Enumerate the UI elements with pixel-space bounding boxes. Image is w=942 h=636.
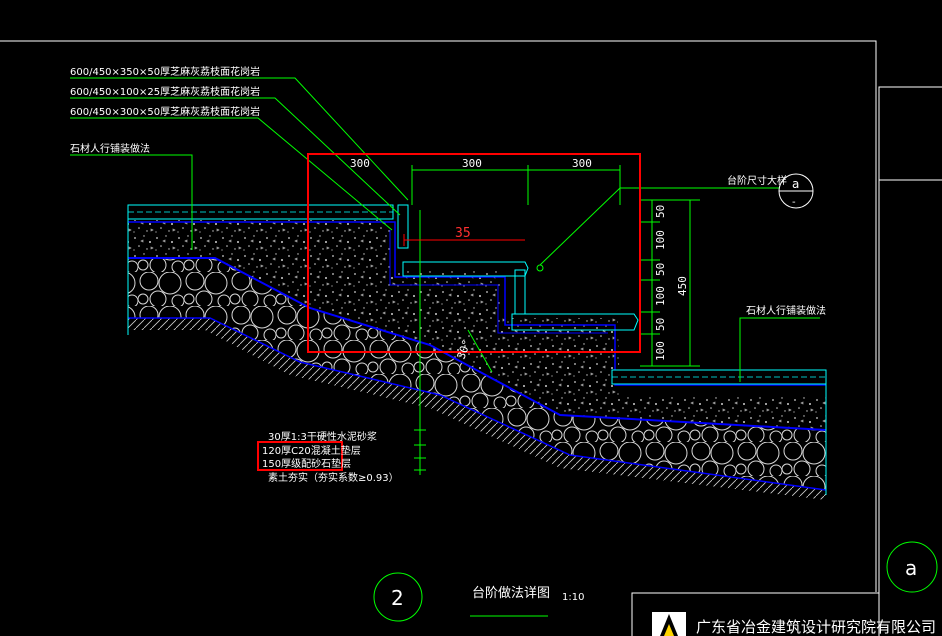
red-dimension-label: 35 [455,226,471,241]
dim-top-1: 300 [350,157,370,170]
cad-drawing: 35 600/450×350×50厚芝麻灰荔枝面花岗岩 600/450×100×… [0,40,942,636]
dim-right-6: 100 [654,341,667,361]
layer-note-4: 素土夯实（夯实系数≥0.93） [268,471,399,484]
sheet-callout-letter: a [905,556,917,580]
company-name: 广东省冶金建筑设计研究院有限公司 [696,618,936,636]
layer-note-2: 120厚C20混凝土垫层 [262,444,361,457]
dim-right-5: 50 [654,318,667,331]
detail-number: 2 [391,586,404,610]
step-detail-label: 台阶尺寸大样 [727,174,787,187]
left-label: 石材人行铺装做法 [70,142,150,155]
company-logo [652,612,686,636]
dim-top-2: 300 [462,157,482,170]
dim-right-1: 50 [654,205,667,218]
detail-title: 台阶做法详图 [472,586,550,601]
dim-right-2: 100 [654,230,667,250]
right-label: 石材人行铺装做法 [746,304,826,317]
note-top-3: 600/450×300×50厚芝麻灰荔枝面花岗岩 [70,105,260,118]
dim-total: 450 [676,276,689,296]
layer-note-1: 30厚1:3干硬性水泥砂浆 [268,430,377,443]
dim-right-4: 100 [654,286,667,306]
callout-top-letter: a [792,177,799,191]
step-riser-2 [514,269,526,315]
dim-top-3: 300 [572,157,592,170]
detail-scale: 1:10 [562,592,584,603]
note-top-2: 600/450×100×25厚芝麻灰荔枝面花岗岩 [70,85,260,98]
dim-right-3: 50 [654,263,667,276]
layer-note-3: 150厚级配砂石垫层 [262,457,351,470]
callout-top-sub: - [792,197,796,208]
note-top-1: 600/450×350×50厚芝麻灰荔枝面花岗岩 [70,65,260,78]
step-stone-upper [397,204,409,249]
